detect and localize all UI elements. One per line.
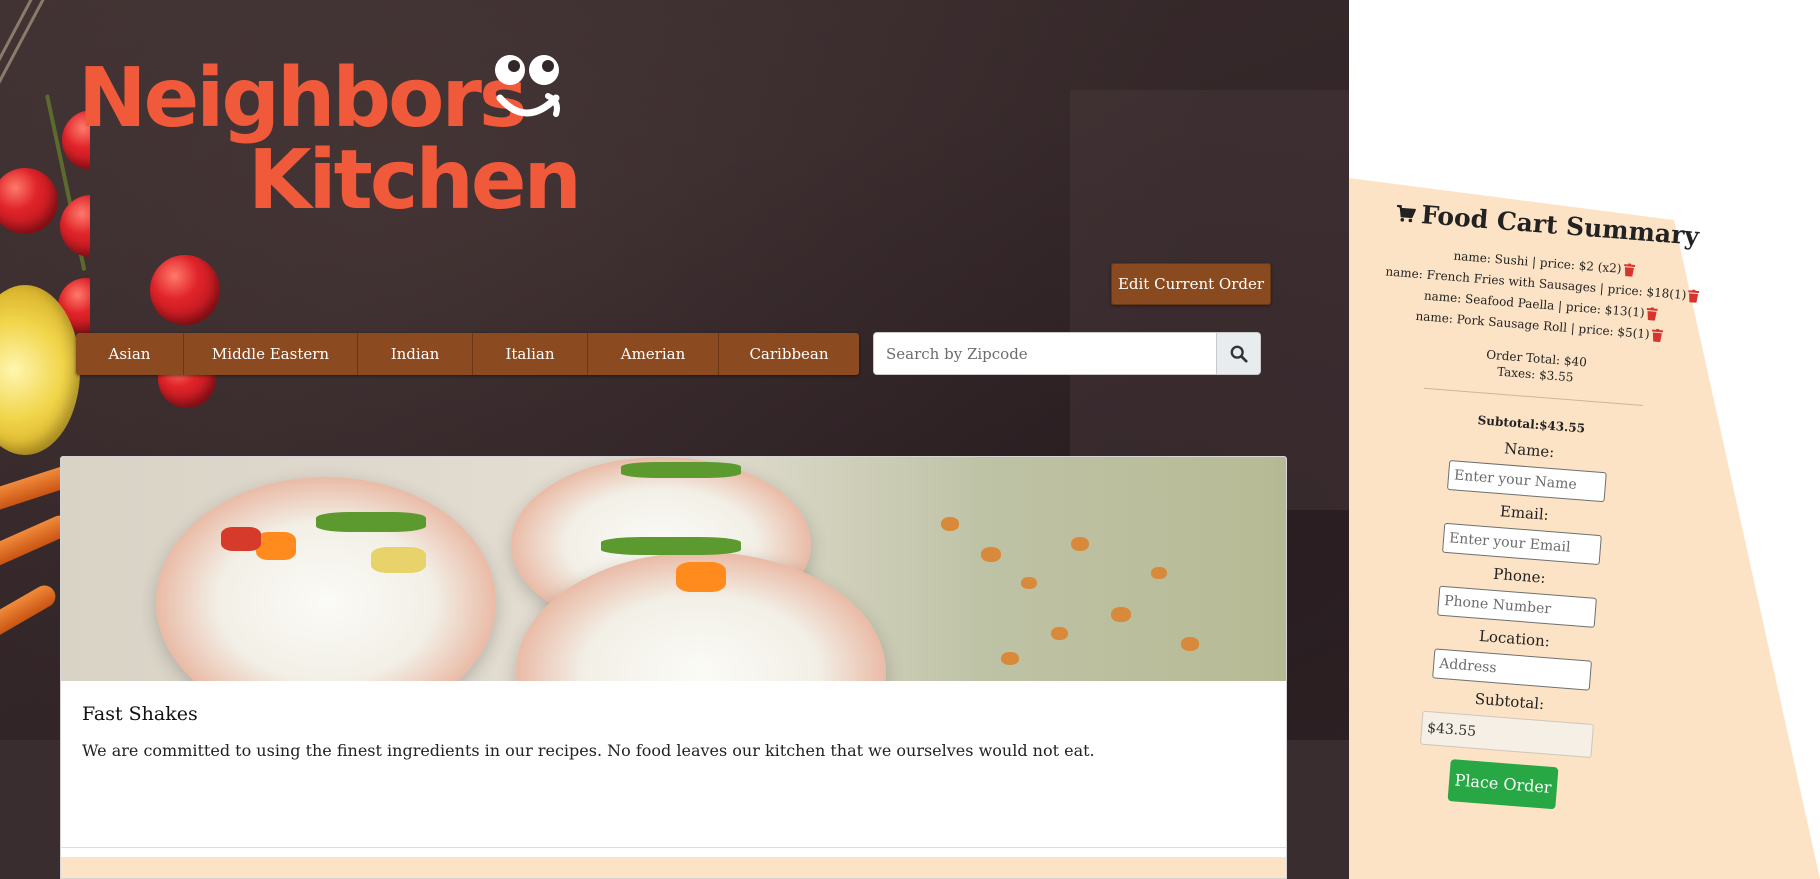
cart-title-text: Food Cart Summary	[1420, 200, 1700, 251]
logo-text-line1: Neighbors	[78, 51, 528, 146]
name-field[interactable]	[1446, 459, 1607, 503]
vegetable-decoration	[621, 462, 741, 478]
card-title: Fast Shakes	[82, 703, 198, 725]
edit-current-order-button[interactable]: Edit Current Order	[1111, 263, 1271, 305]
subtotal-field	[1419, 710, 1595, 759]
vegetable-decoration	[601, 537, 741, 555]
vegetable-decoration	[371, 547, 426, 573]
search-icon	[1230, 345, 1248, 363]
cuisine-nav: Asian Middle Eastern Indian Italian Amer…	[76, 333, 859, 375]
cuisine-button-caribbean[interactable]: Caribbean	[719, 333, 859, 375]
vegetable-decoration	[221, 527, 261, 551]
peanut-decoration	[1021, 577, 1037, 589]
trash-icon[interactable]	[1688, 289, 1700, 303]
smiley-face-icon	[495, 55, 560, 117]
peanut-decoration	[1051, 627, 1068, 640]
zipcode-search	[873, 332, 1261, 375]
search-button[interactable]	[1216, 333, 1260, 374]
cuisine-button-american[interactable]: Amerian	[588, 333, 719, 375]
card-footer	[61, 857, 1286, 878]
vegetable-decoration	[676, 562, 726, 592]
trash-icon[interactable]	[1646, 307, 1658, 321]
vegetable-decoration	[316, 512, 426, 532]
email-field[interactable]	[1441, 522, 1602, 566]
tomato-decoration	[150, 255, 220, 325]
peanut-decoration	[941, 517, 959, 531]
card-description: We are committed to using the finest ing…	[82, 741, 1095, 760]
site-logo[interactable]: Neighbors Kitchen	[78, 50, 598, 230]
peanut-decoration	[1181, 637, 1199, 651]
divider	[1423, 387, 1644, 407]
phone-field[interactable]	[1437, 585, 1597, 628]
cart-icon	[1396, 204, 1416, 222]
food-cart-summary: Food Cart Summary name: Sushi | price: $…	[1302, 184, 1748, 821]
restaurant-card[interactable]: Fast Shakes We are committed to using th…	[60, 456, 1287, 879]
vegetable-decoration	[256, 532, 296, 560]
peanut-decoration	[1111, 607, 1131, 622]
sushi-roll-image	[156, 477, 496, 681]
peanut-decoration	[981, 547, 1001, 562]
peanut-decoration	[1001, 652, 1019, 665]
cuisine-button-middle-eastern[interactable]: Middle Eastern	[184, 333, 358, 375]
trash-icon[interactable]	[1623, 263, 1635, 277]
trash-icon[interactable]	[1651, 328, 1663, 343]
tomato-decoration	[0, 168, 58, 234]
cuisine-button-asian[interactable]: Asian	[76, 333, 184, 375]
card-food-image	[61, 457, 1286, 681]
peanut-decoration	[1151, 567, 1167, 579]
cuisine-button-indian[interactable]: Indian	[358, 333, 473, 375]
address-field[interactable]	[1432, 648, 1592, 691]
logo-text-line2: Kitchen	[248, 133, 582, 228]
carrot-decoration	[0, 581, 60, 661]
cuisine-button-italian[interactable]: Italian	[473, 333, 588, 375]
card-body: Fast Shakes We are committed to using th…	[61, 681, 1286, 848]
peanut-decoration	[1071, 537, 1089, 551]
zipcode-search-input[interactable]	[874, 333, 1216, 374]
place-order-button[interactable]: Place Order	[1447, 759, 1559, 810]
